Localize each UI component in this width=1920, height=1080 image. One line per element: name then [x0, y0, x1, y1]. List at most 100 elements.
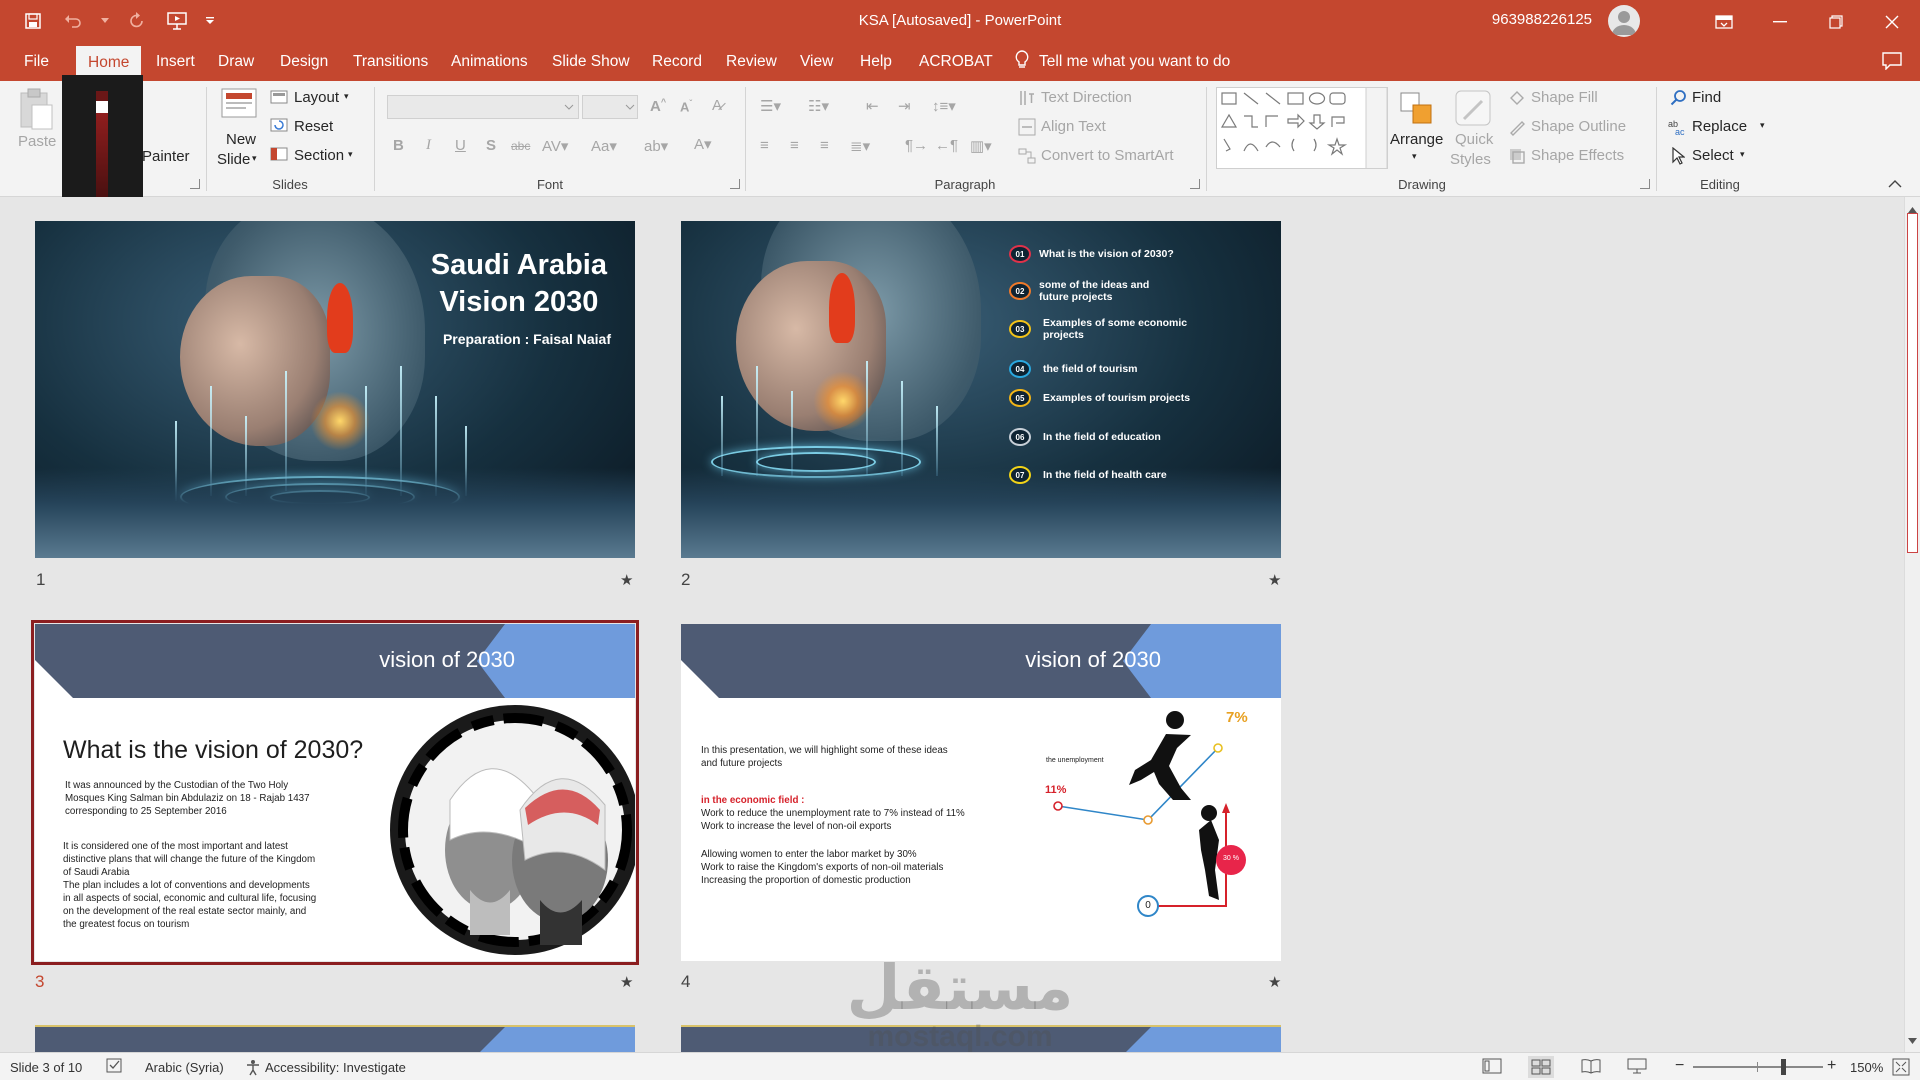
bold-icon[interactable]: B	[393, 137, 404, 154]
grow-font-icon[interactable]: A^	[650, 97, 666, 115]
close-icon[interactable]	[1864, 0, 1920, 43]
bullets-icon[interactable]: ☰▾	[760, 97, 781, 115]
replace-dropdown-icon[interactable]: ▾	[1760, 120, 1765, 131]
format-painter-label[interactable]: Painter	[142, 148, 190, 165]
find-label[interactable]: Find	[1692, 89, 1721, 106]
slide-thumbnail-3[interactable]: vision of 2030 What is the vision of 203…	[35, 624, 635, 961]
shape-fill-icon[interactable]	[1508, 89, 1526, 112]
tab-help[interactable]: Help	[848, 43, 904, 81]
tab-view[interactable]: View	[788, 43, 845, 81]
decrease-indent-icon[interactable]: ⇤	[866, 97, 879, 115]
columns-icon[interactable]: ▥▾	[970, 137, 992, 155]
new-slide-label-2[interactable]: Slide	[217, 151, 250, 168]
zoom-out-icon[interactable]: −	[1675, 1057, 1684, 1075]
vertical-scrollbar[interactable]	[1904, 197, 1920, 1052]
highlight-icon[interactable]: ab▾	[644, 137, 668, 155]
account-name[interactable]: 963988226125	[1492, 11, 1592, 28]
animation-star-icon[interactable]: ★	[1268, 571, 1281, 589]
font-name-box[interactable]	[387, 95, 579, 124]
layout-dropdown-icon[interactable]: ▾	[344, 91, 349, 102]
scroll-down-icon[interactable]	[1908, 1031, 1917, 1049]
find-icon[interactable]	[1670, 89, 1688, 112]
section-icon[interactable]	[270, 147, 288, 166]
restore-icon[interactable]	[1808, 0, 1864, 43]
shape-outline-label[interactable]: Shape Outline	[1531, 118, 1626, 135]
shape-fill-label[interactable]: Shape Fill	[1531, 89, 1598, 106]
arrange-icon[interactable]	[1397, 89, 1437, 134]
animation-star-icon[interactable]: ★	[620, 973, 633, 991]
normal-view-icon[interactable]	[1482, 1058, 1502, 1077]
clipboard-launcher-icon[interactable]	[190, 179, 200, 189]
text-shadow-icon[interactable]: S	[486, 137, 496, 154]
slide-thumbnail-1[interactable]: Saudi Arabia Vision 2030 Preparation : F…	[35, 221, 635, 558]
quick-styles-label-1[interactable]: Quick	[1455, 131, 1493, 148]
reading-view-icon[interactable]	[1581, 1058, 1601, 1077]
tab-acrobat[interactable]: ACROBAT	[907, 43, 1005, 81]
collapse-ribbon-icon[interactable]	[1888, 175, 1902, 193]
tab-draw[interactable]: Draw	[206, 43, 266, 81]
justify-icon[interactable]: ≣▾	[850, 137, 870, 155]
animation-star-icon[interactable]: ★	[620, 571, 633, 589]
tab-file[interactable]: File	[12, 43, 61, 81]
underline-icon[interactable]: U	[455, 137, 466, 154]
slide-sorter-view-icon[interactable]	[1528, 1056, 1554, 1078]
increase-indent-icon[interactable]: ⇥	[898, 97, 911, 115]
slide-thumbnail-2[interactable]: 01 What is the vision of 2030? 02 some o…	[681, 221, 1281, 558]
line-spacing-icon[interactable]: ↕≡▾	[932, 97, 956, 115]
change-case-icon[interactable]: Aa▾	[591, 137, 617, 155]
reset-label[interactable]: Reset	[294, 118, 333, 135]
shape-effects-icon[interactable]	[1508, 147, 1526, 170]
italic-icon[interactable]: I	[426, 137, 431, 154]
accessibility-status[interactable]: Accessibility: Investigate	[265, 1060, 406, 1075]
shapes-gallery[interactable]	[1216, 87, 1388, 174]
select-label[interactable]: Select	[1692, 147, 1734, 164]
tell-me-search[interactable]: Tell me what you want to do	[1015, 43, 1230, 81]
tab-animations[interactable]: Animations	[439, 43, 540, 81]
layout-icon[interactable]	[270, 90, 288, 109]
character-spacing-icon[interactable]: AV▾	[542, 137, 568, 155]
section-dropdown-icon[interactable]: ▾	[348, 149, 353, 160]
reset-icon[interactable]	[270, 118, 288, 137]
arrange-label[interactable]: Arrange	[1390, 131, 1443, 148]
tab-slide-show[interactable]: Slide Show	[540, 43, 642, 81]
zoom-slider-thumb[interactable]	[1781, 1059, 1786, 1075]
text-direction-label[interactable]: Text Direction	[1041, 89, 1132, 106]
font-size-box[interactable]	[582, 95, 638, 124]
fit-to-window-icon[interactable]	[1892, 1058, 1910, 1079]
scroll-thumb[interactable]	[1907, 213, 1918, 553]
new-slide-icon[interactable]	[220, 87, 260, 128]
zoom-level[interactable]: 150%	[1850, 1060, 1883, 1075]
select-dropdown-icon[interactable]: ▾	[1740, 149, 1745, 160]
numbering-icon[interactable]: ☷▾	[808, 97, 829, 115]
drawing-launcher-icon[interactable]	[1640, 179, 1650, 189]
rtl-icon[interactable]: ←¶	[935, 137, 958, 154]
ltr-icon[interactable]: ¶→	[905, 137, 928, 154]
ribbon-display-options-icon[interactable]	[1696, 0, 1752, 43]
replace-icon[interactable]: ab ac	[1668, 118, 1688, 141]
align-center-icon[interactable]: ≡	[790, 137, 799, 154]
new-slide-dropdown-icon[interactable]: ▾	[252, 153, 257, 164]
section-label[interactable]: Section	[294, 147, 344, 164]
tab-review[interactable]: Review	[714, 43, 789, 81]
layout-label[interactable]: Layout	[294, 89, 339, 106]
tab-insert[interactable]: Insert	[144, 43, 207, 81]
strikethrough-icon[interactable]: abc	[511, 139, 530, 153]
quick-styles-icon[interactable]	[1454, 89, 1492, 134]
accessibility-icon[interactable]	[244, 1058, 262, 1079]
align-text-icon[interactable]	[1018, 118, 1036, 141]
align-text-label[interactable]: Align Text	[1041, 118, 1106, 135]
comments-icon[interactable]	[1882, 52, 1902, 75]
language-indicator[interactable]: Arabic (Syria)	[145, 1060, 224, 1075]
shape-outline-icon[interactable]	[1508, 118, 1526, 141]
paragraph-launcher-icon[interactable]	[1190, 179, 1200, 189]
smartart-label[interactable]: Convert to SmartArt	[1041, 147, 1174, 164]
slide-thumbnail-5[interactable]	[35, 1025, 635, 1052]
select-cursor-icon[interactable]	[1671, 146, 1686, 170]
paste-icon[interactable]	[18, 87, 54, 136]
tab-design[interactable]: Design	[268, 43, 340, 81]
minimize-icon[interactable]	[1752, 0, 1808, 43]
new-slide-label-1[interactable]: New	[226, 131, 256, 148]
align-left-icon[interactable]: ≡	[760, 137, 769, 154]
tab-transitions[interactable]: Transitions	[341, 43, 440, 81]
font-color-icon[interactable]: A▾	[694, 135, 712, 153]
